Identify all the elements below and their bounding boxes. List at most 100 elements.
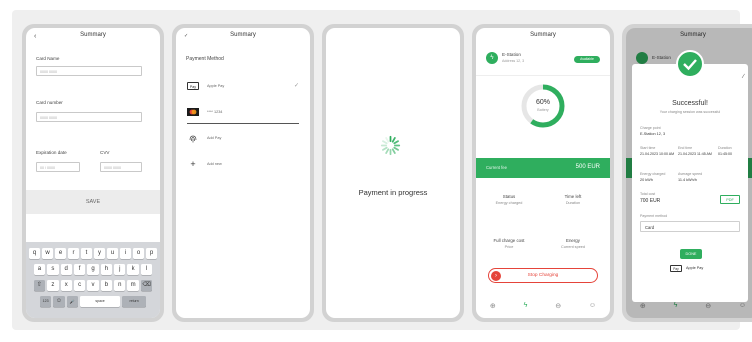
station-name: E-Station [502,52,521,57]
mastercard-icon [187,108,199,116]
total-cost-value: 700 EUR [640,198,661,204]
payment-option-card[interactable]: **** 1234 [187,104,299,124]
keyboard-row-3: ⇧ z x c v b n m ⌫ [29,280,157,291]
key[interactable]: i [120,248,131,259]
space-key[interactable]: space [80,296,121,307]
phone-card-form: ‹ Summary Card Name 0000 0000 Card numbe… [22,24,164,322]
station-address: Address 12, 3 [502,59,525,63]
microphone-key-icon[interactable]: 🎤 [66,296,79,307]
tab-charging-icon[interactable]: ϟ [524,302,528,312]
tab-map-icon[interactable]: ⊕ [490,302,496,312]
start-time-value: 21.04.2023 10:00 AM [640,152,675,156]
loading-spinner-icon [380,135,401,156]
card-name-field[interactable]: 0000 0000 [36,66,142,76]
screen-success: Summary E-Station ⊕ ϟ ⊖ ☺ ∕ Successful! … [626,28,752,318]
payment-option-add-pay[interactable]: Add Pay [187,130,299,150]
key[interactable]: f [73,264,86,275]
expiration-field[interactable]: 00 / 0000 [36,162,80,172]
key[interactable]: o [133,248,144,259]
key[interactable]: l [140,264,153,275]
numbers-key[interactable]: 123 [39,296,52,307]
cvv-field[interactable]: 0000 0000 [100,162,142,172]
charge-point-value: E-Station 12, 3 [640,132,666,136]
key[interactable]: b [100,280,113,291]
duration-value: 01:45:00 [718,152,732,156]
end-time-value: 21.04.2023 11:45 AM [678,152,712,156]
amount-label: Current fee [486,165,507,170]
emoji-key-icon[interactable]: ☺ [53,296,65,307]
key[interactable]: n [114,280,126,291]
status-badge: Available [574,56,600,63]
shift-key-icon[interactable]: ⇧ [33,280,46,291]
tile-title: Time left [564,194,582,199]
speed-label: Average speed [678,172,703,176]
screen-charging: Summary ϟ E-Station Address 12, 3 Availa… [476,28,610,318]
info-tile: Time left Duration [548,194,598,205]
return-key[interactable]: return [122,296,147,307]
screen-payment-progress: Payment in progress [326,28,460,318]
tab-profile-icon[interactable]: ☺ [589,302,596,312]
key[interactable]: z [47,280,59,291]
success-check-icon [676,50,704,78]
keyboard-row-2: a s d f g h j k l [29,264,157,275]
end-time-label: End time [678,146,693,150]
card-number-label: Card number [36,100,63,105]
key[interactable]: s [47,264,59,275]
page-title: Summary [230,32,256,38]
station-header: ϟ E-Station Address 12, 3 Available [476,44,610,76]
key[interactable]: m [127,280,139,291]
key[interactable]: j [114,264,126,275]
key[interactable]: p [146,248,157,259]
tile-subtitle: Price [504,245,514,249]
success-heading: Successful! [672,100,708,107]
tile-title: Full charge cost [493,238,525,243]
invoice-button[interactable]: PDF [720,195,740,204]
info-tile: Full charge cost Price [484,238,534,249]
apple-pay-label: Apple Pay [686,266,704,270]
key[interactable]: a [33,264,46,275]
payment-option-add-new[interactable]: + Add new [187,156,299,176]
key[interactable]: x [60,280,72,291]
battery-percent: 60% [535,99,550,106]
edit-icon[interactable]: ∕ [743,74,744,80]
tile-title: Status [502,194,516,199]
key[interactable]: e [55,248,66,259]
start-time-label: Start time [640,146,656,150]
save-button[interactable]: SAVE [26,190,160,214]
payment-option-label: Add Pay [207,136,222,140]
charger-icon: ϟ [486,52,498,64]
card-name-label: Card Name [36,56,60,61]
key[interactable]: u [107,248,118,259]
tile-subtitle: Energy charged [495,201,523,205]
key[interactable]: c [73,280,86,291]
key[interactable]: q [29,248,40,259]
amount-value: 500 EUR [575,164,600,170]
key[interactable]: t [81,248,92,259]
key[interactable]: w [42,248,53,259]
stop-charging-button[interactable]: › Stop Charging [488,268,598,283]
key[interactable]: y [94,248,105,259]
key[interactable]: v [87,280,99,291]
tile-subtitle: Duration [565,201,581,205]
keyboard-row-4: 123 ☺ 🎤 space return [29,296,157,307]
key[interactable]: d [60,264,72,275]
duration-label: Duration [718,146,732,150]
progress-message: Payment in progress [358,188,428,197]
screen-payment-method: ✓ Summary Payment Method Pay Apple Pay ✓… [176,28,310,318]
charge-point-label: Charge point [640,126,661,130]
backspace-key-icon[interactable]: ⌫ [140,280,153,291]
key[interactable]: k [127,264,139,275]
key[interactable]: r [68,248,79,259]
done-button[interactable]: DONE [680,249,702,259]
payment-method-field[interactable]: Card [640,221,740,232]
tab-car-icon[interactable]: ⊖ [555,302,561,312]
total-cost-label: Total cost [640,192,656,196]
battery-gauge [521,84,565,128]
phone-payment-progress: Payment in progress [322,24,464,322]
stop-charging-label: Stop Charging [527,273,559,278]
key[interactable]: h [100,264,113,275]
key[interactable]: g [87,264,99,275]
payment-option-apple-pay[interactable]: Pay Apple Pay ✓ [187,78,299,98]
card-number-field[interactable]: 0000 0000 [36,112,142,122]
apple-pay-icon: Pay [187,82,199,90]
